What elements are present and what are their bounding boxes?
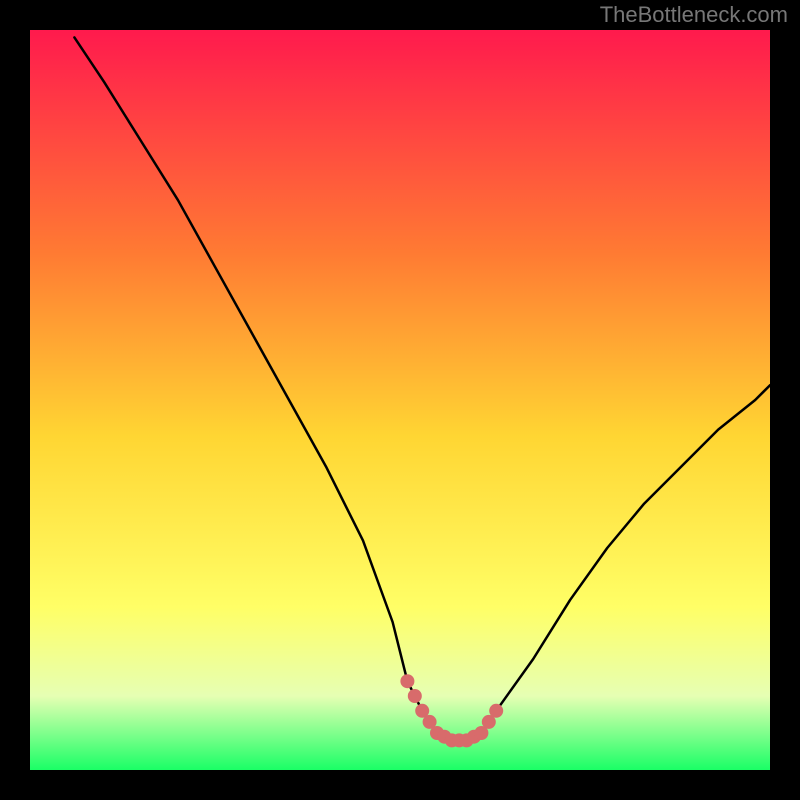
bottleneck-chart: TheBottleneck.com — [0, 0, 800, 800]
chart-svg — [0, 0, 800, 800]
